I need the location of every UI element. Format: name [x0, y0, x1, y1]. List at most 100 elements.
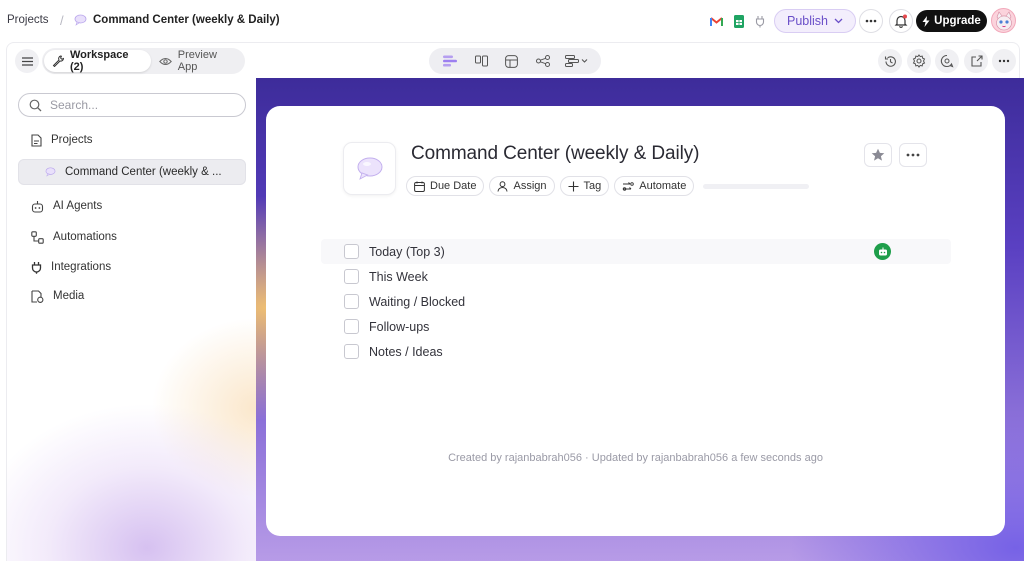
- sidebar-item-ai-agents[interactable]: AI Agents: [18, 193, 246, 219]
- chat-bubble-icon: [356, 156, 384, 181]
- history-button[interactable]: [878, 49, 902, 73]
- media-icon: [31, 289, 44, 303]
- plug-icon[interactable]: [755, 15, 765, 28]
- file-icon: [31, 133, 42, 147]
- upgrade-button[interactable]: Upgrade: [916, 10, 987, 32]
- sidebar-item-projects[interactable]: Projects: [18, 127, 246, 153]
- robot-badge-icon[interactable]: [874, 243, 891, 260]
- tab-preview-label: Preview App: [177, 49, 217, 73]
- calendar-icon: [414, 181, 425, 192]
- timeline-view-icon: [564, 55, 589, 67]
- wrench-icon: [52, 55, 64, 67]
- tag-chip[interactable]: Tag: [559, 176, 610, 196]
- gear-icon: [912, 54, 926, 68]
- table-view-icon: [505, 54, 519, 68]
- breadcrumb-current[interactable]: Command Center (weekly & Daily): [93, 14, 280, 26]
- page-meta: Created by rajanbabrah056 · Updated by r…: [448, 452, 823, 464]
- connected-apps: [704, 9, 770, 33]
- top-bar: Projects / Command Center (weekly & Dail…: [0, 0, 1024, 42]
- list-item-label: This Week: [369, 269, 428, 284]
- assign-chip[interactable]: Assign: [489, 176, 555, 196]
- comment-search-icon: [940, 54, 954, 68]
- checkbox[interactable]: [344, 344, 359, 359]
- board-view-icon: [474, 55, 488, 67]
- tab-preview-app[interactable]: Preview App: [151, 49, 245, 73]
- sidebar-item-label: AI Agents: [53, 200, 103, 212]
- tab-workspace[interactable]: Workspace (2): [44, 49, 151, 73]
- automate-icon: [622, 181, 635, 192]
- search-icon: [29, 99, 42, 112]
- sidebar-item-automations[interactable]: Automations: [18, 224, 246, 250]
- workspace-toolbar: Workspace (2) Preview App: [6, 42, 1020, 78]
- upgrade-label: Upgrade: [934, 15, 981, 27]
- sidebar-item-integrations[interactable]: Integrations: [18, 254, 246, 280]
- page-title[interactable]: Command Center (weekly & Daily): [411, 143, 699, 165]
- sheets-icon[interactable]: [733, 14, 744, 28]
- list-view-button[interactable]: [438, 51, 462, 71]
- avatar[interactable]: [991, 8, 1016, 33]
- plus-icon: [568, 181, 579, 192]
- sidebar-toggle-button[interactable]: [15, 49, 39, 73]
- star-icon: [871, 148, 885, 162]
- due-date-label: Due Date: [430, 180, 477, 192]
- tag-label: Tag: [583, 180, 602, 192]
- comment-search-button[interactable]: [935, 49, 959, 73]
- checkbox[interactable]: [344, 269, 359, 284]
- graph-view-button[interactable]: [531, 51, 555, 71]
- checkbox[interactable]: [344, 294, 359, 309]
- history-icon: [884, 55, 897, 68]
- sidebar-item-label: Automations: [53, 231, 117, 243]
- task-list: Today (Top 3) This Week Waiting / Blocke…: [321, 239, 951, 364]
- checkbox[interactable]: [344, 319, 359, 334]
- notifications-button[interactable]: [889, 9, 913, 33]
- share-button[interactable]: [964, 49, 988, 73]
- sidebar-item-media[interactable]: Media: [18, 283, 246, 309]
- more-icon: [906, 153, 920, 157]
- more-icon: [865, 19, 877, 23]
- list-item[interactable]: Notes / Ideas: [321, 339, 951, 364]
- sidebar-item-label: Media: [53, 290, 85, 302]
- list-item-label: Notes / Ideas: [369, 344, 443, 359]
- graph-view-icon: [535, 55, 550, 67]
- gmail-icon[interactable]: [709, 16, 723, 27]
- automate-label: Automate: [639, 180, 687, 192]
- tab-workspace-label: Workspace (2): [70, 49, 129, 73]
- publish-button[interactable]: Publish: [774, 9, 856, 33]
- person-icon: [497, 180, 508, 192]
- list-item-label: Waiting / Blocked: [369, 294, 466, 309]
- page-icon[interactable]: [343, 142, 396, 195]
- more-options-button[interactable]: [859, 9, 883, 33]
- mode-switcher: Workspace (2) Preview App: [42, 48, 245, 74]
- list-item[interactable]: This Week: [321, 264, 951, 289]
- breadcrumb-projects[interactable]: Projects: [7, 14, 49, 26]
- eye-icon: [158, 57, 172, 66]
- sidebar-item-command-center[interactable]: Command Center (weekly & ...: [18, 159, 246, 185]
- plug-icon: [31, 261, 42, 274]
- automate-chip[interactable]: Automate: [614, 176, 695, 196]
- sidebar-item-label: Integrations: [51, 261, 112, 273]
- toolbar-more-button[interactable]: [992, 49, 1016, 73]
- main-canvas: Command Center (weekly & Daily) Due Date…: [256, 78, 1024, 561]
- list-item[interactable]: Waiting / Blocked: [321, 289, 951, 314]
- more-icon: [998, 59, 1010, 63]
- list-item[interactable]: Follow-ups: [321, 314, 951, 339]
- table-view-button[interactable]: [500, 51, 524, 71]
- checkbox[interactable]: [344, 244, 359, 259]
- chat-bubble-icon: [74, 14, 87, 26]
- loading-placeholder: [703, 183, 810, 189]
- hamburger-icon: [21, 56, 33, 66]
- list-view-icon: [443, 55, 458, 67]
- list-item[interactable]: Today (Top 3): [321, 239, 951, 264]
- due-date-chip[interactable]: Due Date: [406, 176, 485, 196]
- robot-icon: [31, 200, 44, 213]
- board-view-button[interactable]: [469, 51, 493, 71]
- favorite-button[interactable]: [864, 143, 892, 167]
- breadcrumb-separator: /: [60, 13, 64, 28]
- page-more-button[interactable]: [899, 143, 927, 167]
- settings-button[interactable]: [907, 49, 931, 73]
- sidebar-item-label: Projects: [51, 134, 93, 146]
- search-input[interactable]: Search...: [18, 93, 246, 117]
- timeline-view-button[interactable]: [562, 51, 592, 71]
- property-chips: Due Date Assign Tag Automate: [406, 176, 810, 196]
- bolt-icon: [922, 15, 930, 27]
